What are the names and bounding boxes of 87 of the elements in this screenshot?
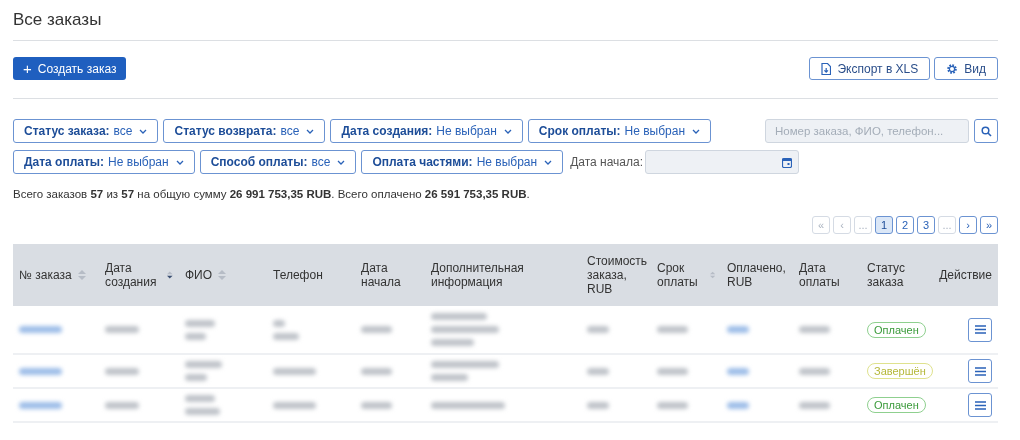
column-header: Оплачено, RUB bbox=[727, 261, 787, 289]
column-header: Дата оплаты bbox=[799, 261, 841, 289]
menu-icon bbox=[974, 325, 986, 334]
blurred-text bbox=[273, 319, 286, 327]
blurred-text bbox=[431, 339, 475, 346]
blurred-text bbox=[185, 361, 223, 368]
orders-summary: Всего заказов 57 из 57 на общую сумму 26 991 753,35 RUB. Всего оплачено 26 591 753,35 RUB. bbox=[13, 188, 531, 200]
settings-icon bbox=[946, 62, 959, 75]
blurred-text bbox=[273, 401, 317, 409]
search-button[interactable] bbox=[974, 119, 998, 143]
blurred-text bbox=[727, 326, 750, 333]
blurred-text bbox=[185, 319, 215, 327]
blurred-text bbox=[799, 367, 830, 375]
column-header: Стоимость заказа, RUB bbox=[587, 254, 648, 296]
filter-dropdown[interactable]: Дата оплаты: Не выбран bbox=[13, 150, 195, 174]
blurred-text bbox=[587, 401, 610, 409]
blurred-text bbox=[587, 326, 610, 333]
start-date-label: Дата начала: bbox=[570, 155, 644, 169]
pagination-button[interactable]: 1 bbox=[875, 216, 893, 234]
date-field[interactable] bbox=[645, 150, 800, 174]
blurred-text bbox=[431, 361, 500, 368]
column-header: ФИО bbox=[185, 268, 213, 282]
file-download-icon bbox=[821, 62, 832, 75]
column-header: Действие bbox=[939, 268, 992, 282]
blurred-text bbox=[799, 326, 830, 333]
blurred-text bbox=[431, 374, 469, 381]
menu-icon bbox=[974, 366, 986, 376]
blurred-text bbox=[19, 401, 63, 409]
search-icon bbox=[980, 125, 992, 137]
blurred-text bbox=[799, 401, 830, 409]
blurred-text bbox=[361, 401, 392, 409]
blurred-text bbox=[185, 408, 220, 415]
chevron-down-icon bbox=[139, 128, 148, 134]
create-order-button[interactable]: + Создать заказ bbox=[13, 57, 127, 80]
column-header: Дата начала bbox=[361, 261, 402, 289]
blurred-text bbox=[727, 401, 750, 409]
blurred-text bbox=[361, 367, 392, 375]
blurred-text bbox=[105, 326, 140, 333]
chevron-down-icon bbox=[503, 128, 512, 134]
blurred-text bbox=[361, 326, 392, 333]
column-header: Дополнительная информация bbox=[431, 261, 525, 289]
blurred-text bbox=[431, 326, 500, 333]
filter-dropdown[interactable]: Оплата частями: Не выбран bbox=[361, 150, 564, 174]
filter-dropdown[interactable]: Способ оплаты: все bbox=[199, 150, 357, 174]
column-header: Срок оплаты bbox=[657, 261, 699, 289]
blurred-text bbox=[105, 401, 140, 409]
chevron-down-icon bbox=[692, 128, 701, 134]
blurred-text bbox=[727, 367, 750, 375]
filter-dropdown[interactable]: Статус заказа: все bbox=[13, 119, 159, 143]
chevron-down-icon bbox=[544, 159, 553, 165]
chevron-down-icon bbox=[337, 159, 346, 165]
column-header: № заказа bbox=[19, 268, 72, 282]
pagination-button[interactable]: › bbox=[959, 216, 977, 234]
search-field[interactable]: Номер заказа, ФИО, телефон... bbox=[765, 119, 969, 143]
blurred-text bbox=[273, 367, 317, 375]
pagination-button[interactable]: 3 bbox=[917, 216, 935, 234]
filter-dropdown[interactable]: Срок оплаты: Не выбран bbox=[527, 119, 712, 143]
blurred-text bbox=[185, 374, 208, 381]
column-header: Дата создания bbox=[105, 261, 158, 289]
blurred-text bbox=[431, 313, 487, 320]
actions-button[interactable] bbox=[968, 317, 992, 342]
chevron-down-icon bbox=[306, 128, 315, 134]
blurred-text bbox=[185, 332, 207, 340]
chevron-down-icon bbox=[175, 159, 184, 165]
blurred-text bbox=[657, 367, 688, 375]
filter-dropdown[interactable]: Дата создания: Не выбран bbox=[330, 119, 523, 143]
blurred-text bbox=[105, 367, 140, 375]
actions-button[interactable] bbox=[968, 359, 992, 383]
sort-icon[interactable] bbox=[167, 269, 173, 281]
actions-button[interactable] bbox=[968, 393, 992, 417]
pagination-button[interactable]: » bbox=[980, 216, 998, 234]
blurred-text bbox=[657, 326, 688, 333]
blurred-text bbox=[19, 326, 63, 333]
column-header: Телефон bbox=[273, 268, 323, 282]
page-title: Все заказы bbox=[13, 10, 103, 30]
menu-icon bbox=[974, 400, 986, 410]
pagination-button[interactable]: 2 bbox=[896, 216, 914, 234]
view-button[interactable]: Вид bbox=[934, 57, 998, 80]
calendar-icon bbox=[782, 156, 793, 168]
blurred-text bbox=[185, 395, 215, 402]
filter-dropdown[interactable]: Статус возврата: все bbox=[163, 119, 326, 143]
blurred-text bbox=[587, 367, 610, 375]
export-button[interactable]: Экспорт в XLS bbox=[809, 57, 931, 80]
column-header: Статус заказа bbox=[867, 261, 906, 289]
blurred-text bbox=[657, 401, 688, 409]
blurred-text bbox=[273, 332, 300, 340]
blurred-text bbox=[19, 367, 63, 375]
